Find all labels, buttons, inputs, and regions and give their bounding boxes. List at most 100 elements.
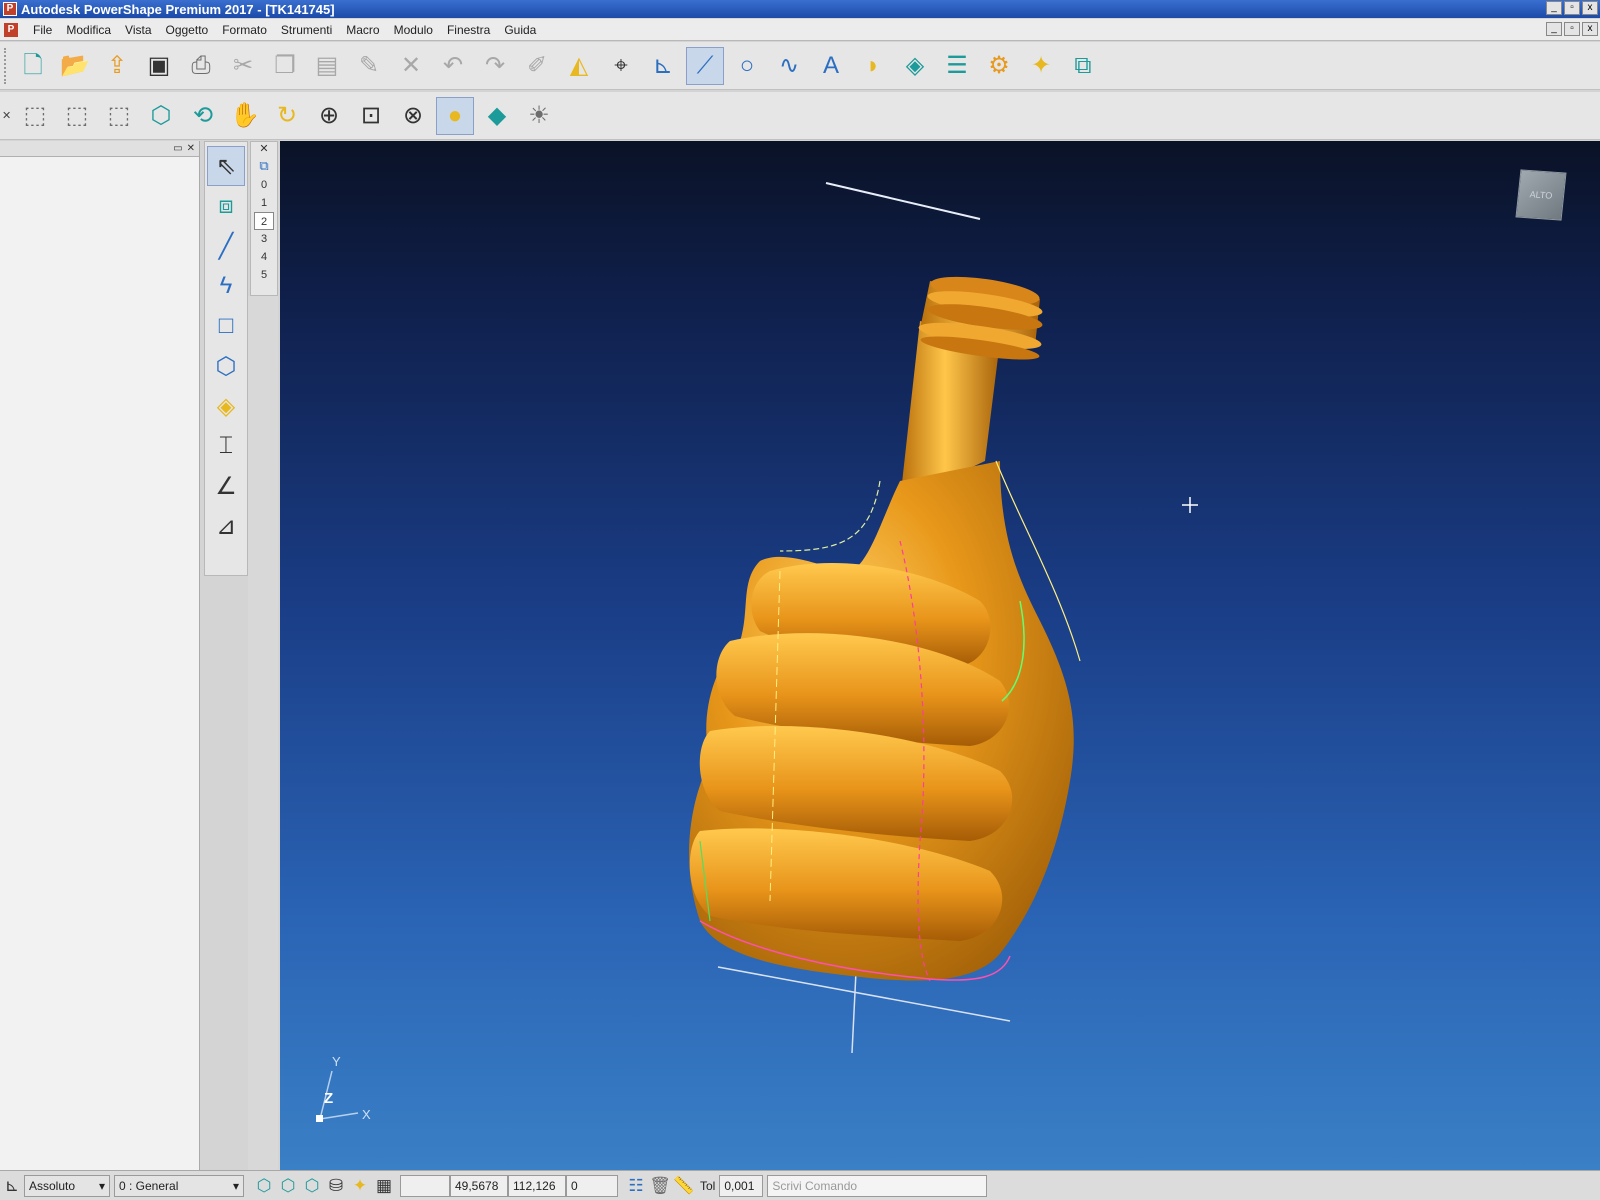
view-iso-icon[interactable]: ⬡ [142, 97, 180, 135]
print-icon[interactable]: ⎙ [182, 47, 220, 85]
view-orbit-icon[interactable]: ⟲ [184, 97, 222, 135]
model-canvas[interactable]: Y Z X [280, 141, 1600, 1170]
ruler-icon[interactable]: 📏 [672, 1176, 696, 1196]
menu-strumenti[interactable]: Strumenti [274, 23, 339, 37]
menu-macro[interactable]: Macro [339, 23, 386, 37]
copy-icon[interactable]: ❐ [266, 47, 304, 85]
shaded-edges-icon[interactable]: ◆ [478, 97, 516, 135]
toolbox-icon[interactable]: ⧉ [1064, 47, 1102, 85]
polygon-icon[interactable]: ⬡ [207, 346, 245, 386]
axis-icon[interactable]: ⊾ [644, 47, 682, 85]
wizard-icon[interactable]: ✦ [1022, 47, 1060, 85]
trash-icon[interactable]: 🗑 [648, 1176, 672, 1196]
levelbar-close-icon[interactable]: ✕ [259, 142, 268, 158]
redo-icon[interactable]: ↷ [476, 47, 514, 85]
open-folder-icon[interactable]: 📂 [56, 47, 94, 85]
toolbar-grip[interactable] [4, 47, 10, 84]
lights-icon[interactable]: ☀ [520, 97, 558, 135]
workplane-select[interactable]: 0 : General ▾ [114, 1174, 244, 1197]
panel-close-icon[interactable]: ✕ [187, 143, 195, 154]
multi-select-icon[interactable]: ⧈ [207, 186, 245, 226]
zoom-box-icon[interactable]: ⊡ [352, 97, 390, 135]
delete-icon[interactable]: ✕ [392, 47, 430, 85]
paste-icon[interactable]: ▤ [308, 47, 346, 85]
doc-minimize-button[interactable]: _ [1546, 22, 1562, 36]
doc-maximize-button[interactable]: ▫ [1564, 22, 1580, 36]
coord-z-field[interactable]: 112,126 [508, 1174, 566, 1197]
tolerance-field[interactable]: 0,001 [719, 1174, 764, 1197]
corner-icon[interactable]: ⊿ [207, 506, 245, 546]
level-0[interactable]: 0 [254, 176, 274, 194]
menu-finestra[interactable]: Finestra [440, 23, 497, 37]
command-input[interactable]: Scrivi Comando [767, 1174, 988, 1197]
menu-oggetto[interactable]: Oggetto [159, 23, 216, 37]
value-field[interactable]: 0 [566, 1174, 618, 1197]
menu-vista[interactable]: Vista [118, 23, 158, 37]
sketch-icon[interactable]: ✐ [518, 47, 556, 85]
workplane-icon[interactable]: ⬡ [252, 1176, 276, 1196]
menu-modulo[interactable]: Modulo [387, 23, 440, 37]
level-3[interactable]: 3 [254, 230, 274, 248]
level-1[interactable]: 1 [254, 194, 274, 212]
view-top-icon[interactable]: ⬚ [16, 97, 54, 135]
level-5[interactable]: 5 [254, 266, 274, 284]
workplane-icon[interactable]: ⌖ [602, 47, 640, 85]
graphics-viewport[interactable]: Y Z X ALTO [280, 141, 1600, 1170]
view-front-icon[interactable]: ⬚ [58, 97, 96, 135]
menu-file[interactable]: File [26, 23, 59, 37]
minimize-button[interactable]: _ [1546, 1, 1562, 15]
panel-restore-icon[interactable]: ▭ [173, 143, 182, 154]
select-icon[interactable]: ⇖ [207, 146, 245, 186]
list-icon[interactable]: ☷ [624, 1176, 648, 1196]
close-button[interactable]: x [1582, 1, 1598, 15]
solid-icon[interactable]: ◈ [896, 47, 934, 85]
assembly-icon[interactable]: ⚙ [980, 47, 1018, 85]
surface-icon[interactable]: ◭ [560, 47, 598, 85]
import-icon[interactable]: ⇪ [98, 47, 136, 85]
menu-guida[interactable]: Guida [497, 23, 543, 37]
undo-icon[interactable]: ↶ [434, 47, 472, 85]
line-icon[interactable]: ╱ [207, 226, 245, 266]
coord-mode-icon[interactable]: ⊾ [0, 1176, 24, 1196]
circle-icon[interactable]: ○ [728, 47, 766, 85]
grid-icon[interactable]: ▦ [372, 1176, 396, 1196]
curve-icon[interactable]: ∿ [770, 47, 808, 85]
coord-x-field[interactable] [400, 1174, 450, 1197]
coord-mode-select[interactable]: Assoluto ▾ [24, 1174, 110, 1197]
bottle-neck[interactable] [900, 271, 1044, 501]
line-icon[interactable]: ⟋ [686, 46, 724, 85]
doc-close-button[interactable]: x [1582, 22, 1598, 36]
wireframe-icon[interactable]: ⊗ [394, 97, 432, 135]
construction-line[interactable] [825, 182, 981, 220]
coord-y-field[interactable]: 49,5678 [450, 1174, 508, 1197]
pan-icon[interactable]: ✋ [226, 97, 264, 135]
save-icon[interactable]: ▣ [140, 47, 178, 85]
workplane-align-icon[interactable]: ⬡ [276, 1176, 300, 1196]
view-right-icon[interactable]: ⬚ [100, 97, 138, 135]
workplane-rotate-icon[interactable]: ⬡ [300, 1176, 324, 1196]
maximize-button[interactable]: ▫ [1564, 1, 1580, 15]
menu-formato[interactable]: Formato [215, 23, 274, 37]
snap-icon[interactable]: ⛁ [324, 1176, 348, 1196]
rotate-icon[interactable]: ↻ [268, 97, 306, 135]
shaded-icon[interactable]: ● [436, 96, 474, 135]
layers-icon[interactable]: ☰ [938, 47, 976, 85]
edit-icon[interactable]: ✎ [350, 47, 388, 85]
cut-icon[interactable]: ✂ [224, 47, 262, 85]
surface-patch-icon[interactable]: ◗ [854, 47, 892, 85]
level-4[interactable]: 4 [254, 248, 274, 266]
new-file-icon[interactable]: 🗋 [14, 47, 52, 85]
edge-curve[interactable] [779, 480, 881, 552]
zoom-fit-icon[interactable]: ⊕ [310, 97, 348, 135]
polyline-icon[interactable]: ϟ [207, 266, 245, 306]
view-cube[interactable]: ALTO [1515, 169, 1567, 221]
levels-icon[interactable]: ⧉ [259, 158, 268, 176]
dimension-icon[interactable]: ⌶ [207, 426, 245, 466]
text-icon[interactable]: A [812, 47, 850, 85]
toolbar-close-icon[interactable]: ✕ [2, 109, 14, 122]
document-icon[interactable]: P [4, 22, 18, 37]
rectangle-icon[interactable]: □ [207, 306, 245, 346]
solid-box-icon[interactable]: ◈ [207, 386, 245, 426]
app-icon[interactable]: P [3, 2, 17, 16]
level-2[interactable]: 2 [254, 212, 274, 230]
